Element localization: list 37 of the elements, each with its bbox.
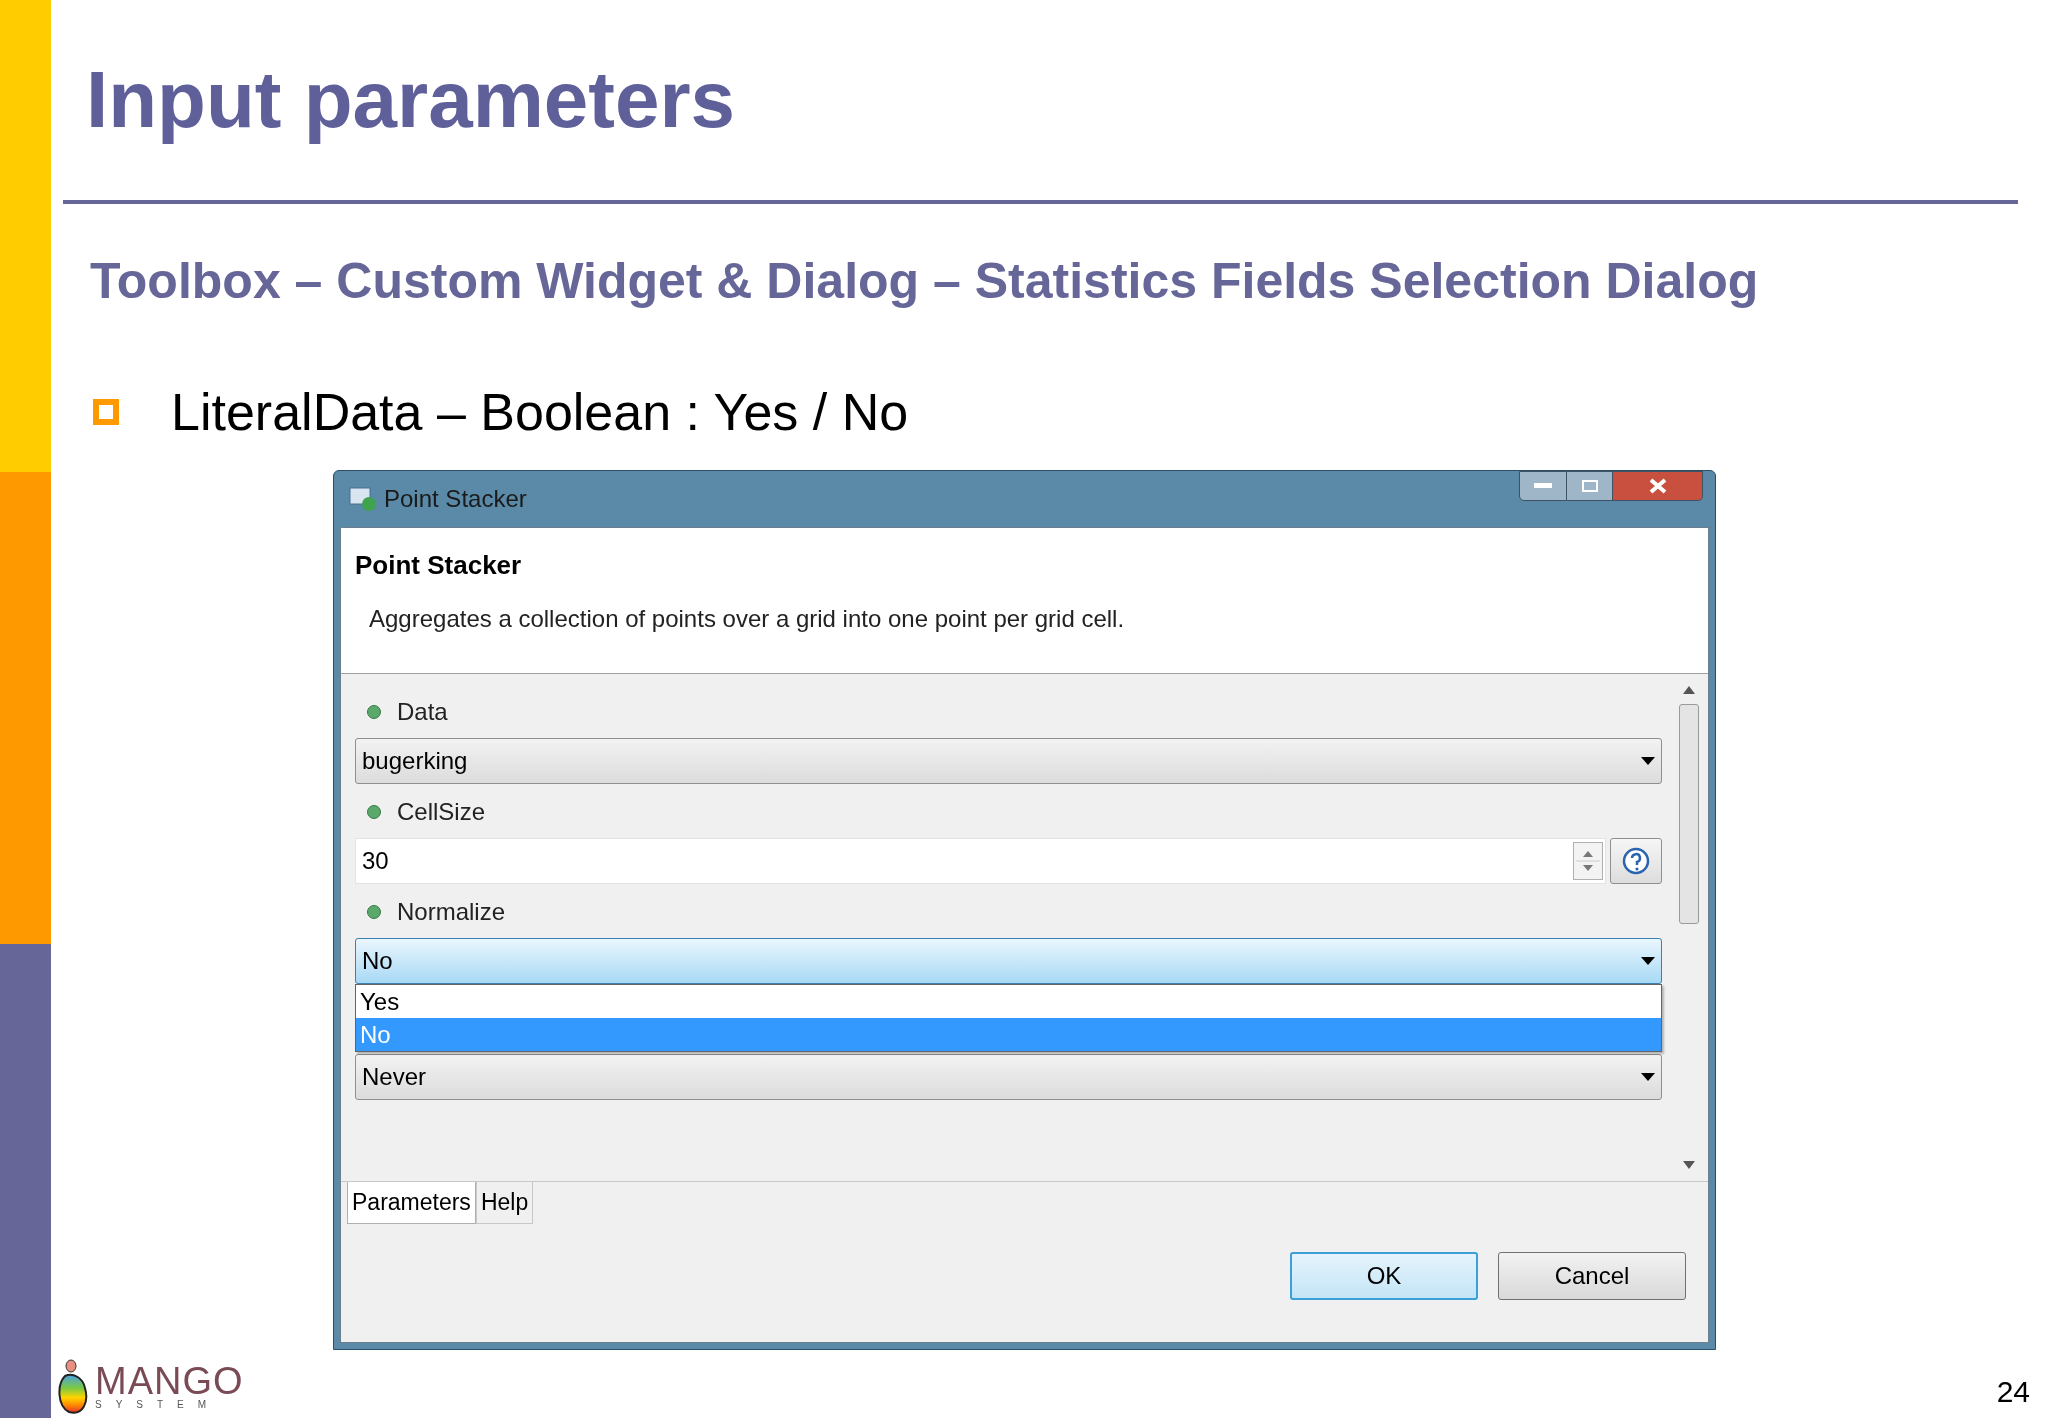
close-icon [1648,478,1667,494]
tab[interactable]: Parameters [347,1182,476,1224]
help-icon [1621,846,1651,876]
maximize-button[interactable] [1567,471,1613,501]
dropdown-option[interactable]: Yes [356,985,1661,1018]
dialog-heading: Point Stacker [355,549,523,582]
field-label: Normalize [397,897,506,927]
logo-tagline: SYSTEM [95,1400,222,1410]
close-button[interactable] [1613,471,1703,501]
slide-subtitle: Toolbox – Custom Widget & Dialog – Statistics Fields Selection Dialog [90,256,1759,306]
scroll-down-icon[interactable] [1683,1161,1695,1169]
tab[interactable]: Help [475,1182,534,1224]
field-label: Data [397,697,448,727]
number-field[interactable]: 30 [355,838,1606,884]
minimize-icon [1534,483,1552,489]
maximize-icon [1581,480,1598,492]
help-button[interactable] [1610,838,1662,884]
logo-name: MANGO [95,1362,244,1400]
ok-button[interactable]: OK [1290,1252,1478,1300]
caret-icon [1641,757,1655,765]
scroll-up-icon[interactable] [1683,686,1695,694]
caret-icon [1641,957,1655,965]
dropdown[interactable]: bugerking [355,738,1662,784]
minimize-button[interactable] [1519,471,1567,501]
bullet-text: LiteralData – Boolean : Yes / No [171,386,909,438]
dialog-description: Aggregates a collection of points over a grid into one point per grid cell. [368,604,1126,634]
bullet-icon [93,399,119,425]
field-label: CellSize [397,797,486,827]
dropdown[interactable]: Never [355,1054,1662,1100]
window-title: Point Stacker [384,484,527,514]
app-icon [348,485,378,513]
caret-icon [1641,1073,1655,1081]
spinner-arrows-icon[interactable] [1573,842,1603,880]
dropdown[interactable]: No [355,938,1662,984]
dialog-button[interactable]: Cancel [1498,1252,1686,1300]
page-number: 24 [1996,1374,2030,1410]
scrollbar-thumb[interactable] [1679,704,1699,924]
